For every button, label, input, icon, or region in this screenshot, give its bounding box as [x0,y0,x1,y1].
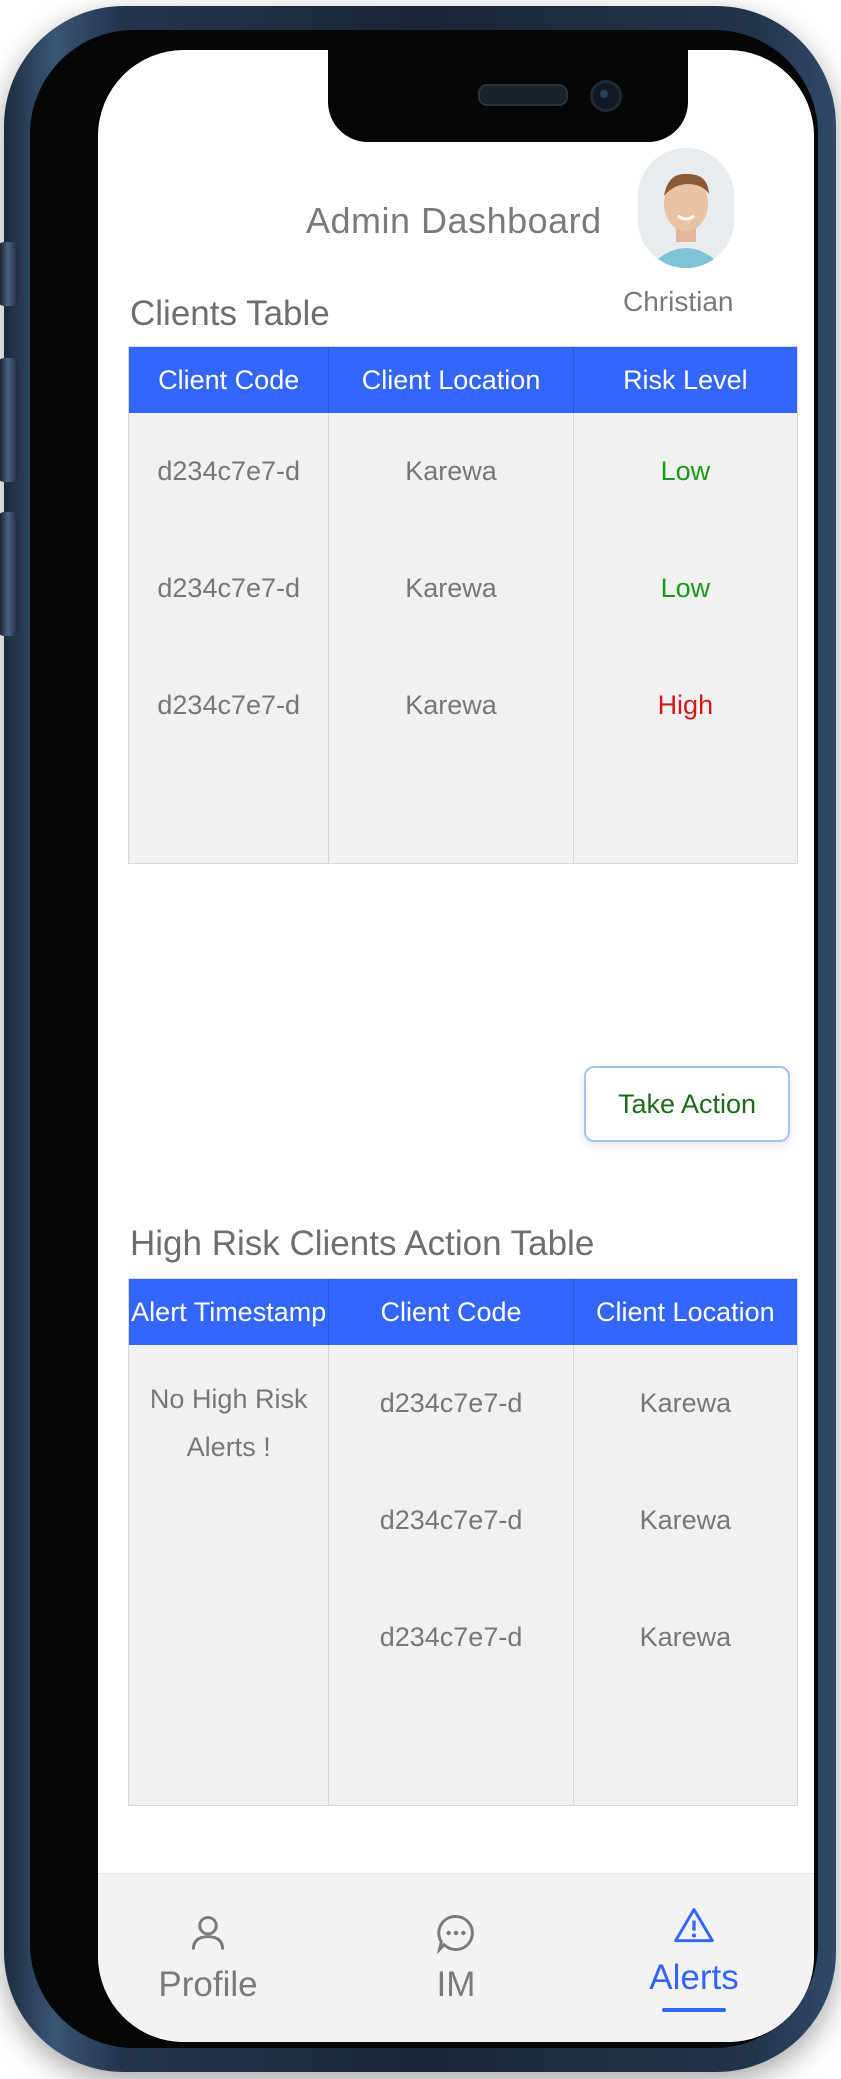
client-location-cell: Karewa [405,573,497,603]
client-code-cell: d234c7e7-d [379,1622,523,1652]
chat-icon [436,1915,474,1955]
person-icon [191,1915,225,1950]
clients-table: Client Code Client Location Risk Level d… [128,346,798,864]
high-risk-table-title: High Risk Clients Action Table [130,1224,595,1263]
client-code-cell: d234c7e7-d [379,1505,523,1535]
tab-im[interactable]: IM [376,1874,536,2042]
empty-alerts-line-1: No High Risk [149,1384,308,1414]
tab-im-label: IM [436,1965,476,2004]
volume-up-button [0,358,18,482]
page-title: Admin Dashboard [306,200,602,241]
tab-profile-label: Profile [158,1965,258,2004]
tab-alerts-label: Alerts [649,1958,739,1997]
phone-frame: Admin Dashboard Christian Clients Table … [0,6,836,2072]
speaker-grille [478,84,568,106]
volume-down-button [0,512,18,636]
warning-icon [674,1908,714,1943]
client-location-cell: Karewa [639,1388,732,1418]
client-location-cell: Karewa [639,1622,732,1652]
high-risk-table-header: Alert Timestamp Client Code Client Locat… [129,1279,797,1345]
empty-alerts-message: No High Risk Alerts ! [150,1345,308,1471]
app-screen: Admin Dashboard Christian Clients Table … [98,50,814,2042]
avatar[interactable] [638,148,734,268]
client-location-cell: Karewa [405,456,497,486]
client-code-cell: d234c7e7-d [379,1388,523,1418]
column-header-alert-timestamp[interactable]: Alert Timestamp [129,1279,328,1345]
client-code-cell: d234c7e7-d [157,690,301,720]
bottom-tab-bar: Profile IM Alerts [98,1873,814,2042]
mute-switch [0,242,18,306]
notch [328,50,688,142]
client-location-cell: Karewa [639,1505,732,1535]
risk-level-cell: Low [660,573,711,603]
column-header-risk-level[interactable]: Risk Level [572,347,797,413]
empty-alerts-line-2: Alerts ! [186,1432,271,1462]
column-header-client-code[interactable]: Client Code [328,1279,572,1345]
user-name: Christian [623,286,734,317]
active-tab-indicator [662,2008,726,2012]
client-location-cell: Karewa [405,690,497,720]
risk-level-cell: Low [660,456,711,486]
tab-alerts[interactable]: Alerts [614,1874,774,2042]
high-risk-clients-table: Alert Timestamp Client Code Client Locat… [128,1278,798,1806]
column-header-client-code[interactable]: Client Code [129,347,328,413]
clients-table-title: Clients Table [130,294,330,333]
avatar-image [638,148,734,268]
front-camera [590,80,622,112]
column-header-client-location[interactable]: Client Location [572,1279,797,1345]
risk-level-cell: High [657,690,714,720]
column-header-client-location[interactable]: Client Location [328,347,572,413]
tab-profile[interactable]: Profile [128,1874,288,2042]
client-code-cell: d234c7e7-d [157,573,301,603]
take-action-button[interactable]: Take Action [584,1066,790,1142]
client-code-cell: d234c7e7-d [157,456,301,486]
clients-table-header: Client Code Client Location Risk Level [129,347,797,413]
